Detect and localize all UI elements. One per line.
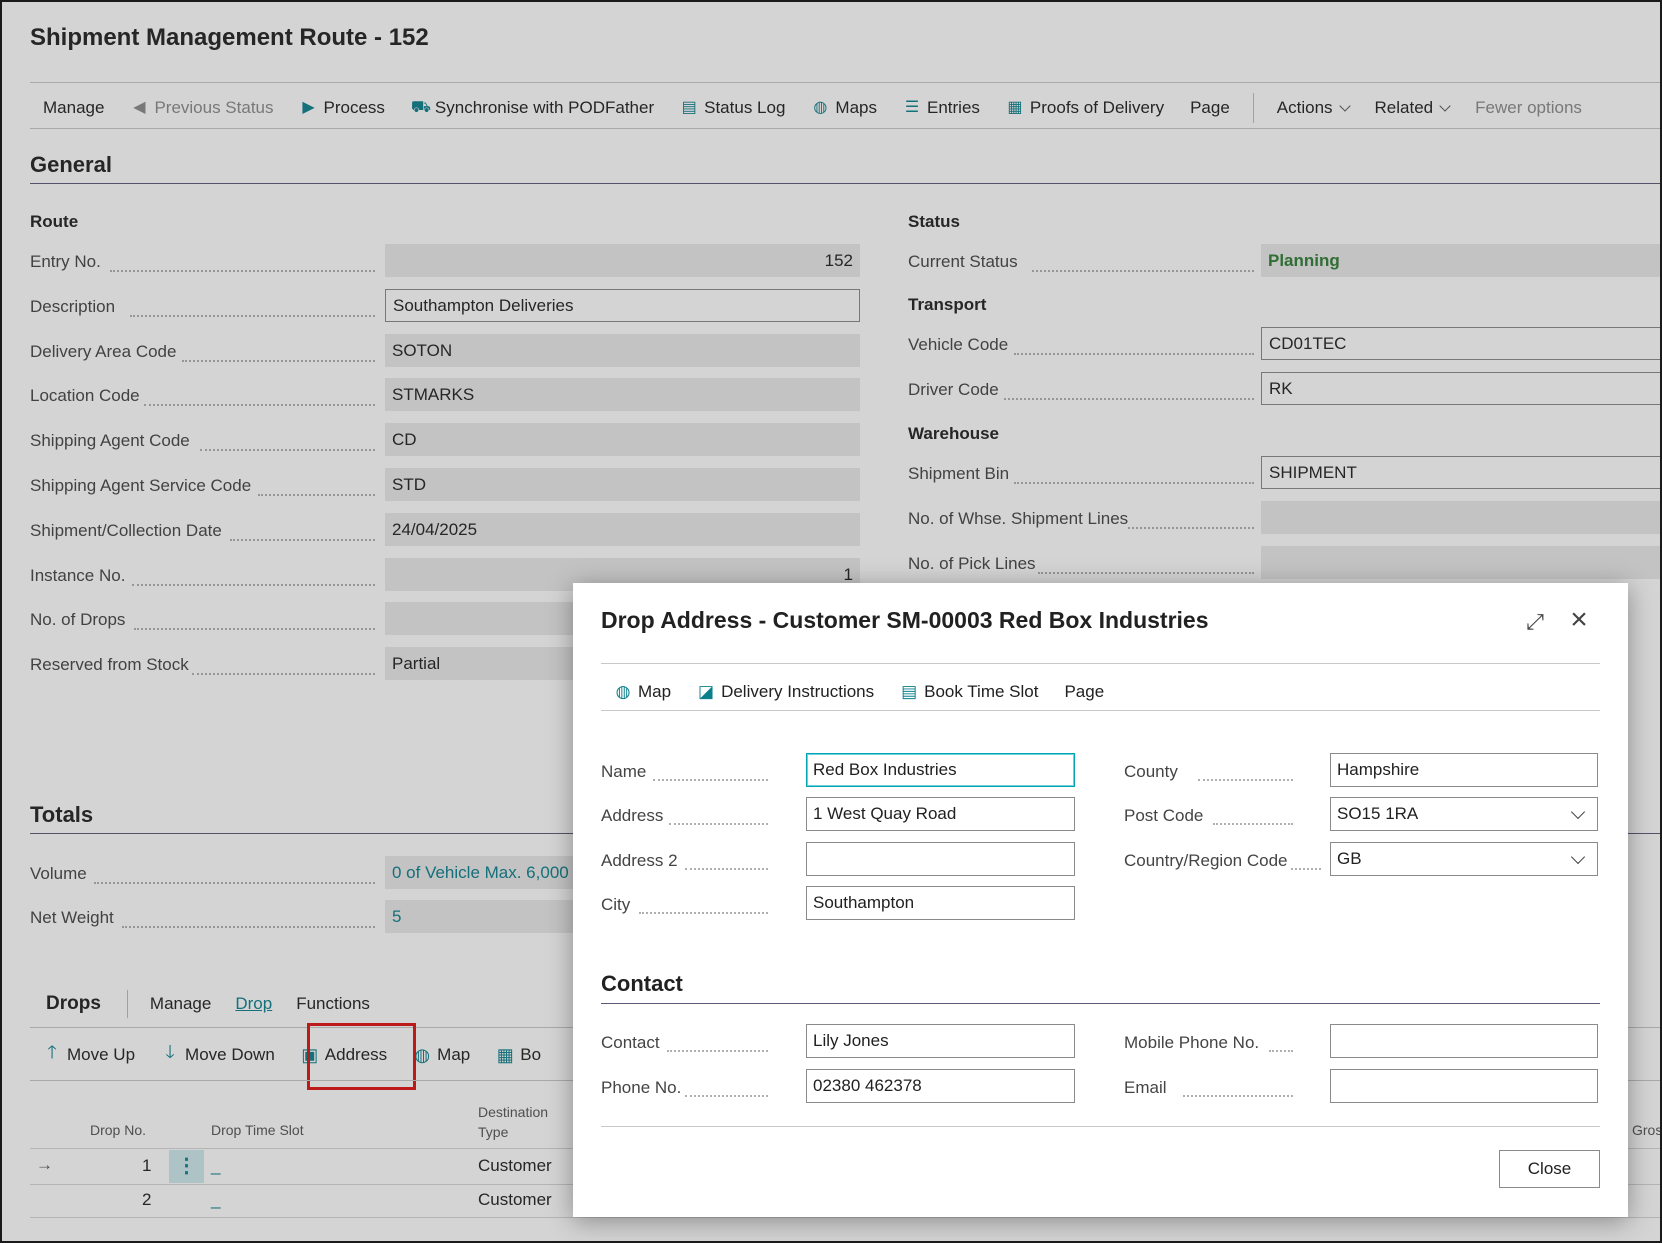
- county-label: County: [1124, 762, 1178, 781]
- leader-dots: [1213, 823, 1293, 825]
- leader-dots: [685, 868, 768, 870]
- email-label: Email: [1124, 1078, 1167, 1097]
- delivery-instructions-label: Delivery Instructions: [721, 682, 875, 701]
- city-label: City: [601, 895, 631, 914]
- dialog-footer-divider: [601, 1126, 1600, 1127]
- city-input[interactable]: Southampton: [806, 886, 1075, 920]
- leader-dots: [1198, 779, 1293, 781]
- name-input[interactable]: Red Box Industries: [806, 753, 1075, 787]
- leader-dots: [653, 779, 768, 781]
- dialog-actions-divider: [601, 710, 1600, 711]
- dialog-title-divider: [601, 663, 1600, 664]
- phone-no-label: Phone No.: [601, 1078, 682, 1097]
- mobile-phone-no-input[interactable]: [1330, 1024, 1598, 1058]
- note-icon: ◪: [698, 682, 715, 701]
- chevron-down-icon: [1570, 804, 1586, 820]
- contact-input[interactable]: Lily Jones: [806, 1024, 1075, 1058]
- leader-dots: [1269, 1050, 1293, 1052]
- phone-no-input[interactable]: 02380 462378: [806, 1069, 1075, 1103]
- dialog-title: Drop Address - Customer SM-00003 Red Box…: [601, 607, 1209, 633]
- post-code-value: SO15 1RA: [1337, 804, 1419, 823]
- app-frame: Shipment Management Route - 152 Manage ◀…: [0, 0, 1662, 1243]
- contact-heading: Contact: [601, 971, 683, 996]
- mobile-phone-no-label: Mobile Phone No.: [1124, 1033, 1260, 1052]
- book-time-slot-label: Book Time Slot: [924, 682, 1039, 701]
- leader-dots: [1291, 868, 1321, 870]
- delivery-instructions-action[interactable]: ◪ Delivery Instructions: [684, 682, 887, 702]
- expand-icon[interactable]: ⤢: [1522, 609, 1548, 635]
- country-region-code-label: Country/Region Code: [1124, 851, 1288, 870]
- leader-dots: [669, 823, 768, 825]
- dialog-map-action[interactable]: ◍ Map: [601, 682, 684, 702]
- dialog-page-action[interactable]: Page: [1051, 682, 1117, 702]
- globe-icon: ◍: [615, 682, 631, 701]
- dialog-page-label: Page: [1064, 682, 1105, 701]
- dialog-action-bar: ◍ Map ◪ Delivery Instructions ▤ Book Time S…: [601, 674, 1117, 710]
- contact-label: Contact: [601, 1033, 660, 1052]
- country-region-code-select[interactable]: GB: [1330, 842, 1598, 876]
- drop-address-dialog: Drop Address - Customer SM-00003 Red Box…: [573, 583, 1628, 1217]
- post-code-label: Post Code: [1124, 806, 1204, 825]
- post-code-select[interactable]: SO15 1RA: [1330, 797, 1598, 831]
- address-input[interactable]: 1 West Quay Road: [806, 797, 1075, 831]
- address2-input[interactable]: [806, 842, 1075, 876]
- calendar-icon: ▤: [901, 682, 918, 701]
- contact-divider: [601, 1003, 1600, 1004]
- leader-dots: [639, 912, 768, 914]
- leader-dots: [667, 1050, 768, 1052]
- email-input[interactable]: [1330, 1069, 1598, 1103]
- leader-dots: [1183, 1095, 1293, 1097]
- book-time-slot-action[interactable]: ▤ Book Time Slot: [887, 682, 1051, 702]
- dialog-map-label: Map: [638, 682, 672, 701]
- close-icon[interactable]: ×: [1564, 605, 1594, 635]
- name-label: Name: [601, 762, 647, 781]
- address-field-label: Address: [601, 806, 664, 825]
- close-button[interactable]: Close: [1499, 1150, 1600, 1188]
- chevron-down-icon: [1570, 849, 1586, 865]
- leader-dots: [685, 1095, 768, 1097]
- address2-label: Address 2: [601, 851, 678, 870]
- county-input[interactable]: Hampshire: [1330, 753, 1598, 787]
- country-region-code-value: GB: [1337, 849, 1362, 868]
